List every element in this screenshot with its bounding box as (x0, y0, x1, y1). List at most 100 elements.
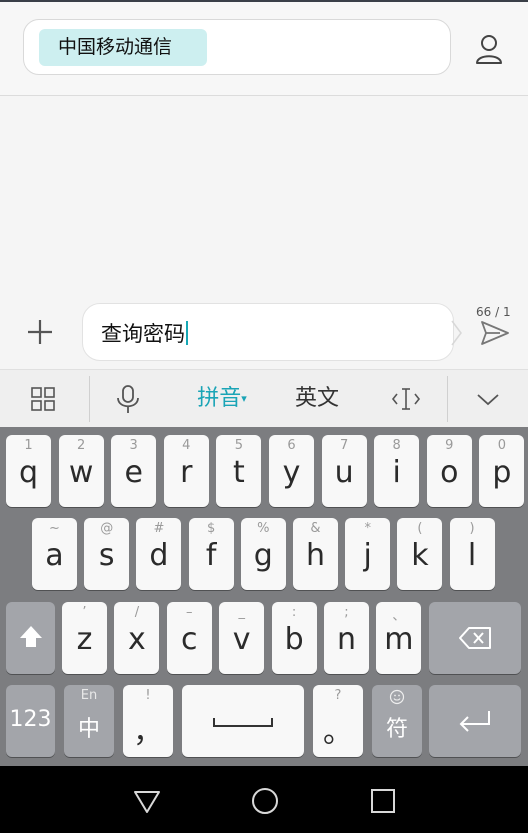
key-o[interactable]: 9o (426, 435, 472, 507)
symbol-key[interactable]: 符 (372, 685, 422, 757)
keyboard: 1q2w3e4r5t6y7u8i9o0p ~ a @ s # d $ f% g & h * j(k) l … (0, 427, 528, 766)
char-counter: 66 / 1 (476, 305, 511, 319)
key-label: y (282, 455, 301, 490)
key-label: o (440, 455, 459, 490)
comma-label: ， (133, 715, 163, 750)
key-j[interactable]: * j (345, 518, 391, 590)
key-h[interactable]: & h (293, 518, 338, 590)
recents-icon[interactable] (368, 786, 398, 816)
key-y[interactable]: 6y (269, 435, 314, 507)
key-label: z (76, 622, 93, 657)
key-e[interactable]: 3e (111, 435, 157, 507)
key-sub-label: $ (206, 521, 216, 536)
cursor-move-icon[interactable] (390, 386, 422, 412)
key-sub-label: 9 (445, 438, 454, 453)
recipient-chip[interactable]: 中国移动通信 (39, 29, 207, 66)
key-sub-label: : (291, 605, 297, 620)
home-icon[interactable] (250, 786, 280, 816)
key-s[interactable]: @ s (84, 518, 130, 590)
key-label: n (336, 622, 356, 657)
key-label: b (284, 622, 304, 657)
backspace-icon (459, 627, 491, 649)
comma-key[interactable]: ! ， (123, 685, 173, 757)
recipient-field[interactable]: 中国移动通信 (23, 19, 451, 75)
key-label: r (180, 455, 193, 490)
key-sub-label: 5 (234, 438, 244, 453)
space-key[interactable] (182, 685, 304, 757)
key-f[interactable]: $ f (188, 518, 234, 590)
key-sub-label: @ (100, 521, 114, 536)
text-caret (186, 321, 188, 345)
key-z[interactable]: ’ z (62, 602, 107, 674)
space-bar-icon (213, 718, 273, 727)
key-label: c (181, 622, 198, 657)
recipient-header: 中国移动通信 (0, 2, 528, 96)
key-x[interactable]: / x (114, 602, 160, 674)
back-icon[interactable] (132, 786, 162, 816)
emoji-icon (389, 689, 405, 705)
key-sub-label: – (186, 605, 193, 620)
key-w[interactable]: 2w (58, 435, 104, 507)
key-l[interactable]: ) l (449, 518, 495, 590)
key-k[interactable]: (k (397, 518, 443, 590)
pinyin-label: 拼音 (197, 386, 242, 411)
key-b[interactable]: :b (271, 602, 317, 674)
english-mode-button[interactable]: 英文 (288, 370, 346, 428)
add-attachment-icon[interactable] (24, 316, 56, 348)
pinyin-dropdown-icon: ▾ (241, 392, 247, 405)
number-mode-key[interactable]: 123 (6, 685, 55, 757)
key-sub-label: ( (417, 521, 423, 536)
key-m[interactable]: 、 m (376, 602, 422, 674)
key-sub-label: & (310, 521, 321, 536)
grid-menu-icon[interactable] (30, 386, 56, 412)
period-label: 。 (323, 715, 353, 750)
key-label: f (205, 538, 217, 573)
key-i[interactable]: 8i (374, 435, 420, 507)
key-t[interactable]: 5t (216, 435, 262, 507)
period-key[interactable]: ? 。 (313, 685, 363, 757)
shift-arrow-icon (20, 626, 42, 647)
key-sub-label: _ (238, 605, 245, 620)
key-sub-label: 7 (339, 438, 349, 453)
language-label: 中 (77, 717, 100, 742)
key-d[interactable]: # d (136, 518, 182, 590)
message-input[interactable]: 查询密码 (82, 303, 454, 361)
symbol-label: 符 (385, 717, 408, 742)
send-icon[interactable] (480, 319, 510, 347)
collapse-keyboard-icon[interactable] (476, 390, 500, 408)
key-label: t (233, 455, 245, 490)
key-sub-label: * (364, 521, 371, 536)
key-a[interactable]: ~ a (32, 518, 77, 590)
key-label: i (392, 455, 401, 490)
key-c[interactable]: – c (166, 602, 212, 674)
key-sub-label: 6 (287, 438, 296, 453)
key-p[interactable]: 0p (479, 435, 525, 507)
backspace-key[interactable] (429, 602, 521, 674)
key-g[interactable]: % g (240, 518, 286, 590)
key-label: x (128, 622, 146, 657)
key-label: q (18, 455, 39, 490)
key-label: g (253, 538, 273, 573)
language-sub: En (80, 688, 98, 703)
key-n[interactable]: ; n (324, 602, 369, 674)
key-q[interactable]: 1q (6, 435, 51, 507)
toolbar-divider (447, 376, 448, 422)
key-sub-label: ~ (49, 521, 60, 536)
contact-icon[interactable] (472, 32, 506, 66)
pinyin-mode-button[interactable]: 拼音▾ (190, 370, 254, 428)
language-switch-key[interactable]: En 中 (64, 685, 114, 757)
key-sub-label: 2 (76, 438, 86, 453)
enter-icon (459, 711, 490, 732)
toolbar-divider (89, 376, 90, 422)
key-label: l (467, 538, 477, 573)
microphone-icon[interactable] (115, 384, 141, 414)
shift-key[interactable] (6, 602, 55, 674)
key-u[interactable]: 7u (321, 435, 367, 507)
key-sub-label: 1 (24, 438, 33, 453)
key-r[interactable]: 4r (163, 435, 209, 507)
key-label: m (384, 622, 414, 657)
system-nav-bar (0, 766, 528, 833)
key-v[interactable]: _ v (219, 602, 265, 674)
key-label: h (305, 538, 325, 573)
enter-key[interactable] (429, 685, 521, 757)
